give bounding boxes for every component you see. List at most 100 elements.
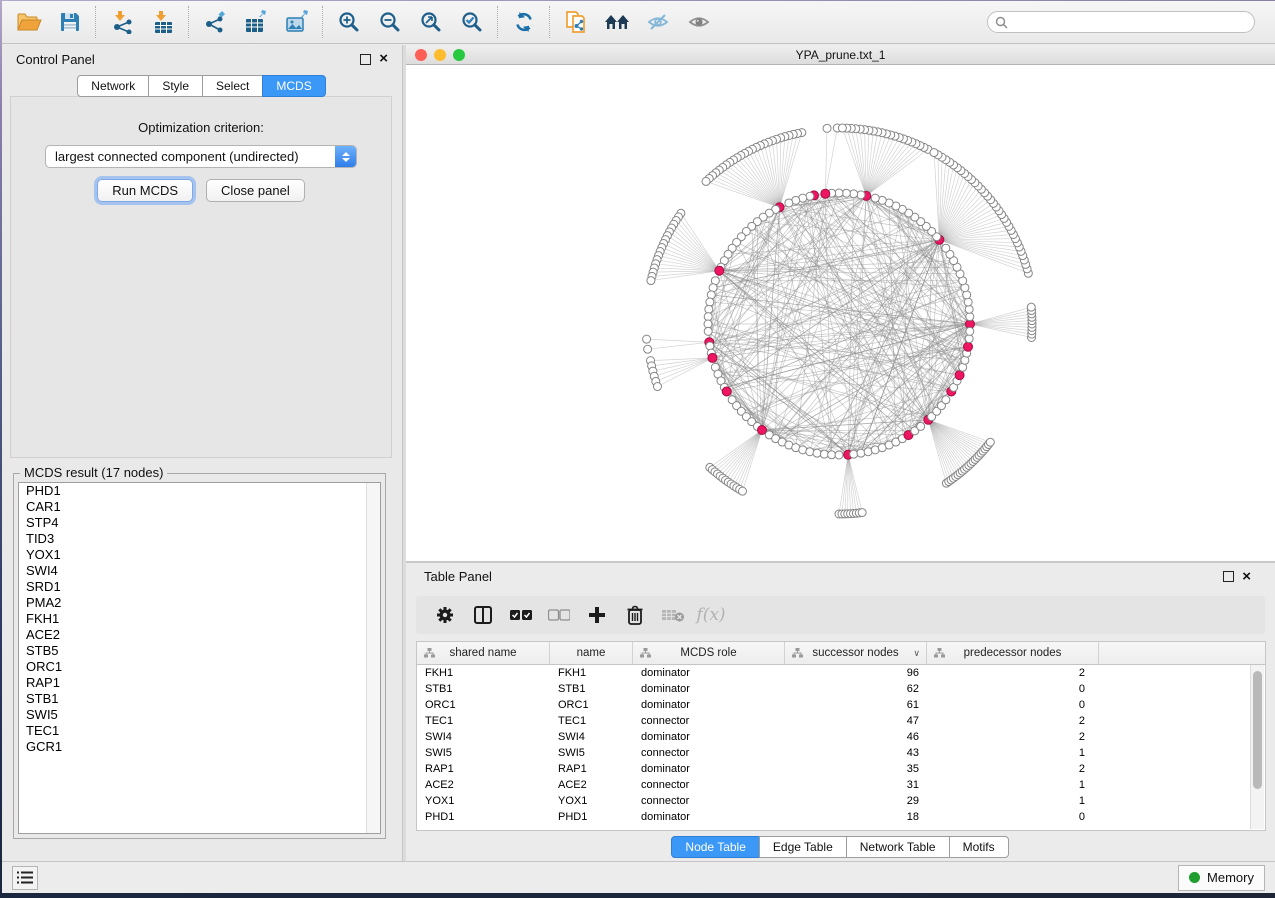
export-table-button[interactable] [235,4,276,40]
table-scrollbar[interactable] [1250,665,1264,829]
zoom-in-button[interactable] [328,4,369,40]
table-tab-motifs[interactable]: Motifs [949,836,1009,858]
close-table-panel-icon[interactable]: × [1242,572,1251,582]
mcds-result-item[interactable]: STP4 [19,515,380,531]
mcds-result-item[interactable]: ORC1 [19,659,380,675]
select-all-button[interactable] [502,600,540,630]
table-row[interactable]: SWI4SWI4dominator462 [417,729,1265,745]
cell-name[interactable]: PHD1 [550,811,633,823]
export-image-button[interactable] [276,4,317,40]
show-columns-button[interactable] [464,600,502,630]
cell-predecessor-nodes[interactable]: 0 [927,811,1099,823]
cell-name[interactable]: RAP1 [550,763,633,775]
zoom-fit-button[interactable] [410,4,451,40]
cell-MCDS-role[interactable]: connector [633,747,785,759]
cell-successor-nodes[interactable]: 46 [785,731,927,743]
show-all-button[interactable] [678,4,719,40]
cell-name[interactable]: SWI5 [550,747,633,759]
table-scrollbar-thumb[interactable] [1253,671,1262,789]
tab-network[interactable]: Network [77,75,149,97]
cell-name[interactable]: STB1 [550,683,633,695]
cell-successor-nodes[interactable]: 29 [785,795,927,807]
cell-MCDS-role[interactable]: connector [633,795,785,807]
cell-MCDS-role[interactable]: dominator [633,699,785,711]
export-network-button[interactable] [194,4,235,40]
deselect-all-button[interactable] [540,600,578,630]
network-titlebar[interactable]: YPA_prune.txt_1 [406,45,1275,65]
mcds-result-item[interactable]: YOX1 [19,547,380,563]
cell-predecessor-nodes[interactable]: 2 [927,763,1099,775]
float-panel-icon[interactable] [360,54,371,65]
duplicate-network-button[interactable] [555,4,596,40]
close-panel-icon[interactable]: × [379,54,388,64]
cell-predecessor-nodes[interactable]: 1 [927,779,1099,791]
cell-predecessor-nodes[interactable]: 2 [927,731,1099,743]
cell-successor-nodes[interactable]: 47 [785,715,927,727]
table-row[interactable]: YOX1YOX1connector291 [417,793,1265,809]
save-session-button[interactable] [49,4,90,40]
cell-MCDS-role[interactable]: dominator [633,811,785,823]
table-tab-node-table[interactable]: Node Table [671,836,760,858]
mcds-result-item[interactable]: PHD1 [19,483,380,499]
cell-shared-name[interactable]: PHD1 [417,811,550,823]
table-row[interactable]: ORC1ORC1dominator610 [417,697,1265,713]
mcds-result-item[interactable]: RAP1 [19,675,380,691]
cell-MCDS-role[interactable]: dominator [633,731,785,743]
cell-successor-nodes[interactable]: 96 [785,667,927,679]
cell-shared-name[interactable]: STB1 [417,683,550,695]
column-header-shared-name[interactable]: shared name [417,642,550,664]
mcds-list-scrollbar[interactable] [366,483,380,833]
cell-MCDS-role[interactable]: connector [633,715,785,727]
import-network-button[interactable] [101,4,142,40]
mcds-result-item[interactable]: PMA2 [19,595,380,611]
mcds-result-item[interactable]: FKH1 [19,611,380,627]
column-header-name[interactable]: name [550,642,633,664]
function-builder-button[interactable]: f(x) [692,600,730,630]
cell-MCDS-role[interactable]: dominator [633,683,785,695]
delete-columns-button[interactable] [616,600,654,630]
memory-button[interactable]: Memory [1178,865,1265,891]
mcds-result-item[interactable]: SWI4 [19,563,380,579]
cell-successor-nodes[interactable]: 18 [785,811,927,823]
import-table-button[interactable] [142,4,183,40]
mcds-result-item[interactable]: STB1 [19,691,380,707]
cell-predecessor-nodes[interactable]: 0 [927,699,1099,711]
column-header-successor-nodes[interactable]: successor nodes∨ [785,642,927,664]
table-row[interactable]: TEC1TEC1connector472 [417,713,1265,729]
open-file-button[interactable] [8,4,49,40]
mcds-result-item[interactable]: STB5 [19,643,380,659]
cell-successor-nodes[interactable]: 61 [785,699,927,711]
table-row[interactable]: STB1STB1dominator620 [417,681,1265,697]
mcds-result-item[interactable]: CAR1 [19,499,380,515]
column-header-predecessor-nodes[interactable]: predecessor nodes [927,642,1099,664]
table-row[interactable]: FKH1FKH1dominator962 [417,665,1265,681]
cell-successor-nodes[interactable]: 31 [785,779,927,791]
mcds-result-list[interactable]: PHD1CAR1STP4TID3YOX1SWI4SRD1PMA2FKH1ACE2… [18,482,381,834]
hide-selected-button[interactable] [637,4,678,40]
cell-successor-nodes[interactable]: 43 [785,747,927,759]
mcds-result-item[interactable]: TID3 [19,531,380,547]
search-box[interactable] [987,11,1255,33]
cell-shared-name[interactable]: YOX1 [417,795,550,807]
close-panel-button[interactable]: Close panel [206,179,305,202]
cell-name[interactable]: FKH1 [550,667,633,679]
first-neighbors-button[interactable] [596,4,637,40]
cell-shared-name[interactable]: RAP1 [417,763,550,775]
cell-shared-name[interactable]: TEC1 [417,715,550,727]
cell-MCDS-role[interactable]: connector [633,779,785,791]
cell-shared-name[interactable]: ACE2 [417,779,550,791]
cell-name[interactable]: TEC1 [550,715,633,727]
mcds-result-item[interactable]: GCR1 [19,739,380,755]
cell-predecessor-nodes[interactable]: 2 [927,667,1099,679]
cell-predecessor-nodes[interactable]: 2 [927,715,1099,727]
cell-name[interactable]: ACE2 [550,779,633,791]
cell-name[interactable]: SWI4 [550,731,633,743]
add-column-button[interactable] [578,600,616,630]
cell-successor-nodes[interactable]: 35 [785,763,927,775]
cell-name[interactable]: ORC1 [550,699,633,711]
search-input[interactable] [1013,14,1247,30]
refresh-button[interactable] [503,4,544,40]
cell-predecessor-nodes[interactable]: 1 [927,747,1099,759]
tab-style[interactable]: Style [148,75,203,97]
run-mcds-button[interactable]: Run MCDS [97,179,193,202]
